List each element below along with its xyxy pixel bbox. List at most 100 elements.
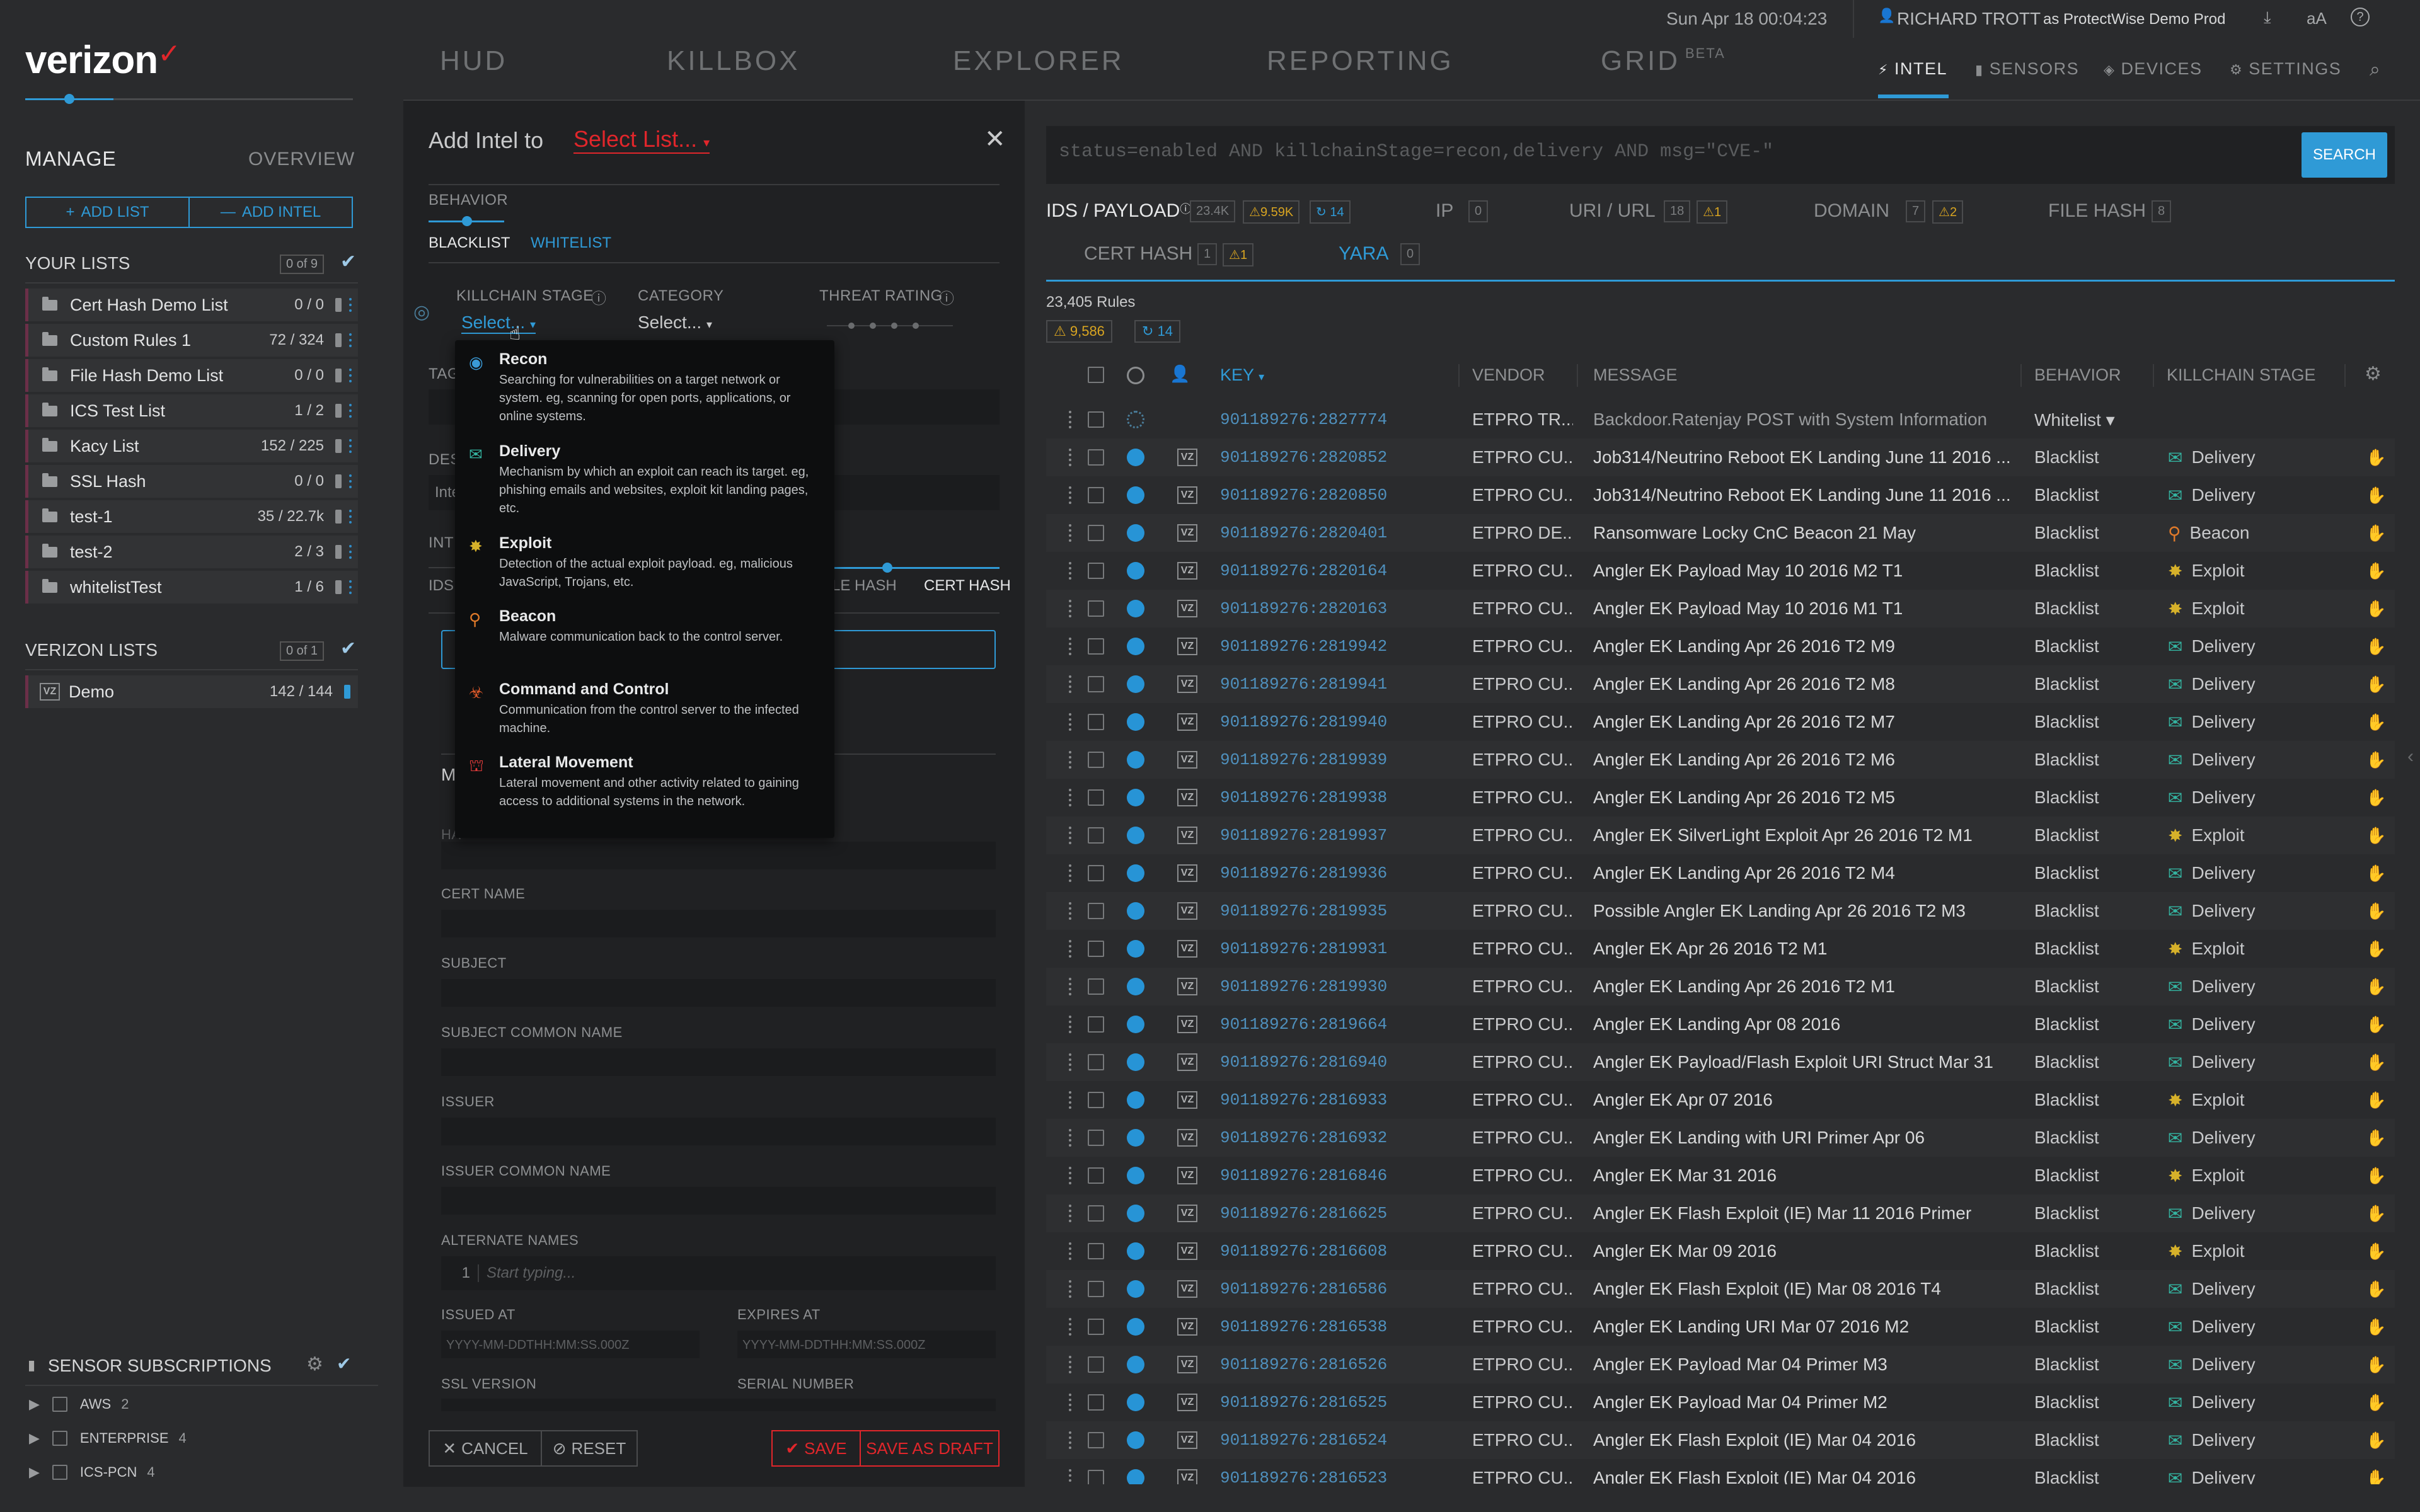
row-action-icon[interactable]: ✋ [2366,1015,2386,1034]
status-dot[interactable] [1127,1394,1144,1411]
row-checkbox[interactable] [1088,563,1104,579]
sensor-pin-icon[interactable] [335,545,342,559]
rule-key[interactable]: 901189276:2820164 [1220,561,1387,580]
row-action-icon[interactable]: ✋ [2366,1091,2386,1110]
rule-key[interactable]: 901189276:2820163 [1220,599,1387,618]
info-icon[interactable]: ⓘ [939,286,954,308]
sensor-pin-icon[interactable] [335,580,342,594]
row-action-icon[interactable]: ✋ [2366,1317,2386,1337]
row-drag-handle-icon[interactable] [1069,411,1071,428]
table-row[interactable]: VZ 901189276:2816608 ETPRO CU... Angler EK … [1046,1232,2395,1270]
tab-yara[interactable]: YARA [1339,243,1388,265]
check-icon[interactable]: ✔ [337,1353,351,1374]
row-checkbox[interactable] [1088,1092,1104,1108]
status-dot[interactable] [1127,1091,1144,1109]
row-action-icon[interactable]: ✋ [2366,1431,2386,1450]
save-button[interactable]: ✔ SAVE [771,1430,861,1467]
collapse-chevron-icon[interactable]: ‹ [2407,746,2414,767]
row-checkbox[interactable] [1088,714,1104,730]
close-icon[interactable]: ✕ [984,125,1006,154]
behavior-blacklist[interactable]: BLACKLIST [429,234,510,252]
rule-key[interactable]: 901189276:2816523 [1220,1469,1387,1484]
subject-common-name-field[interactable] [441,1048,996,1076]
row-drag-handle-icon[interactable] [1069,902,1071,920]
status-dot[interactable] [1127,1280,1144,1298]
rule-key[interactable]: 901189276:2816933 [1220,1091,1387,1109]
search-icon[interactable]: ⌕ [2370,59,2381,81]
list-item[interactable]: Kacy List 152 / 225 [25,430,358,462]
status-dot[interactable] [1127,751,1144,769]
row-checkbox[interactable] [1088,789,1104,806]
table-row[interactable]: VZ 901189276:2816525 ETPRO CU... Angler EK … [1046,1383,2395,1421]
row-checkbox[interactable] [1088,1281,1104,1297]
row-action-icon[interactable]: ✋ [2366,1393,2386,1412]
rule-key[interactable]: 901189276:2819939 [1220,750,1387,769]
tab-uri-url[interactable]: URI / URL [1569,200,1656,222]
tab-file-hash[interactable]: LE HASH [832,577,897,595]
row-checkbox[interactable] [1088,600,1104,617]
column-divider[interactable] [2344,364,2346,387]
row-action-icon[interactable]: ✋ [2366,599,2386,619]
rule-key[interactable]: 901189276:2816526 [1220,1355,1387,1374]
row-drag-handle-icon[interactable] [1069,827,1071,844]
gear-icon[interactable]: ⚙ [306,1353,323,1375]
table-row[interactable]: VZ 901189276:2816523 ETPRO CU... Angler EK … [1046,1459,2395,1484]
sensor-subscription-item[interactable]: ▶ AWS 2 [29,1390,129,1419]
select-list-dropdown[interactable]: Select List... ▾ [573,126,710,154]
view-slider-handle[interactable] [64,94,74,104]
status-dot[interactable] [1127,1016,1144,1033]
rule-key[interactable]: 901189276:2816586 [1220,1280,1387,1298]
column-key[interactable]: KEY ▾ [1220,365,1264,385]
status-dot[interactable] [1127,1356,1144,1373]
status-dot[interactable] [1127,940,1144,958]
reset-button[interactable]: ⊘ RESET [541,1430,638,1467]
list-item-demo[interactable]: VZ Demo 142 / 144 [25,675,358,708]
cancel-button[interactable]: ✕ CANCEL [429,1430,542,1467]
column-divider[interactable] [2153,364,2154,387]
status-dot[interactable] [1127,524,1144,542]
rule-key[interactable]: 901189276:2819938 [1220,788,1387,807]
row-drag-handle-icon[interactable] [1069,940,1071,958]
tab-ids[interactable]: IDS [429,577,454,595]
row-action-icon[interactable]: ✋ [2366,1166,2386,1186]
nav-explorer[interactable]: EXPLORER [953,45,1124,77]
cert-name-field[interactable] [441,910,996,937]
row-checkbox[interactable] [1088,941,1104,957]
rule-key[interactable]: 901189276:2819935 [1220,902,1387,920]
row-action-icon[interactable]: ✋ [2366,713,2386,732]
row-drag-handle-icon[interactable] [1069,1394,1071,1411]
row-checkbox[interactable] [1088,638,1104,655]
killchain-option[interactable]: ✸ Exploit Detection of the actual exploit … [455,534,834,592]
threat-rating-dot[interactable] [891,323,897,329]
sensor-pin-icon[interactable] [335,369,342,382]
nav-intel[interactable]: ⚡ INTEL [1878,59,1947,79]
row-drag-handle-icon[interactable] [1069,751,1071,769]
status-dot[interactable] [1127,902,1144,920]
subscription-checkbox[interactable] [52,1431,67,1446]
table-row[interactable]: VZ 901189276:2816625 ETPRO CU... Angler EK … [1046,1194,2395,1232]
drag-handle-icon[interactable] [349,369,352,382]
nav-settings[interactable]: ⚙ SETTINGS [2230,59,2341,79]
nav-sensors[interactable]: ▮ SENSORS [1975,59,2079,79]
list-item[interactable]: test-1 35 / 22.7k [25,500,358,533]
row-action-icon[interactable]: ✋ [2366,1053,2386,1072]
rule-key[interactable]: 901189276:2816608 [1220,1242,1387,1261]
table-row[interactable]: VZ 901189276:2819941 ETPRO CU... Angler EK … [1046,665,2395,703]
status-dot[interactable] [1127,449,1144,466]
killchain-option[interactable]: ⛫ Lateral Movement Lateral movement and ot… [455,753,834,811]
row-drag-handle-icon[interactable] [1069,1431,1071,1449]
row-action-icon[interactable]: ✋ [2366,864,2386,883]
row-drag-handle-icon[interactable] [1069,1167,1071,1184]
row-action-icon[interactable]: ✋ [2366,788,2386,808]
row-action-icon[interactable]: ✋ [2366,524,2386,543]
row-checkbox[interactable] [1088,978,1104,995]
sensor-pin-icon[interactable] [335,333,342,347]
nav-killbox[interactable]: KILLBOX [667,45,800,77]
row-action-icon[interactable]: ✋ [2366,448,2386,467]
killchain-select[interactable]: Select... ▾ [461,312,536,334]
category-select[interactable]: Select... ▾ [638,312,712,333]
list-item[interactable]: ICS Test List 1 / 2 [25,394,358,427]
row-action-icon[interactable]: ✋ [2366,826,2386,845]
row-drag-handle-icon[interactable] [1069,1053,1071,1071]
add-intel-button[interactable]: — ADD INTEL [190,198,352,227]
